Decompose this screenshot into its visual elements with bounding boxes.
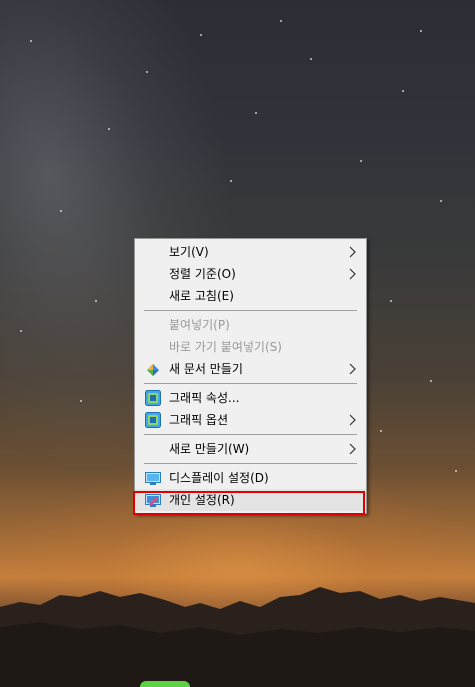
desktop[interactable]: 보기(V) 정렬 기준(O) 새로 고침(E) 붙여넣기(P) 바로 가기 붙여… — [0, 0, 475, 687]
menu-item-label: 보기(V) — [169, 245, 209, 259]
menu-item-label: 붙여넣기(P) — [169, 318, 230, 332]
menu-item-label: 그래픽 속성... — [169, 391, 240, 405]
highlight-annotation-box — [133, 491, 365, 515]
chevron-right-icon — [348, 358, 358, 380]
chevron-right-icon — [348, 438, 358, 460]
menu-separator — [144, 383, 357, 384]
menu-separator — [144, 310, 357, 311]
menu-item-new[interactable]: 새로 만들기(W) — [135, 438, 366, 460]
chevron-right-icon — [348, 263, 358, 285]
display-icon — [145, 470, 161, 486]
chevron-right-icon — [348, 409, 358, 431]
menu-item-sort-by[interactable]: 정렬 기준(O) — [135, 263, 366, 285]
menu-item-refresh[interactable]: 새로 고침(E) — [135, 285, 366, 307]
menu-item-graphics-properties[interactable]: 그래픽 속성... — [135, 387, 366, 409]
menu-item-paste[interactable]: 붙여넣기(P) — [135, 314, 366, 336]
menu-item-view[interactable]: 보기(V) — [135, 241, 366, 263]
menu-item-label: 디스플레이 설정(D) — [169, 471, 269, 485]
menu-item-label: 그래픽 옵션 — [169, 413, 229, 427]
menu-item-label: 새로 만들기(W) — [169, 442, 250, 456]
menu-item-label: 새 문서 만들기 — [169, 362, 243, 376]
menu-item-new-document[interactable]: 새 문서 만들기 — [135, 358, 366, 380]
wallpaper-mountains — [0, 587, 475, 687]
menu-item-label: 새로 고침(E) — [169, 289, 234, 303]
chevron-right-icon — [348, 241, 358, 263]
menu-separator — [144, 463, 357, 464]
wallpaper-grass — [140, 681, 190, 687]
menu-item-display-settings[interactable]: 디스플레이 설정(D) — [135, 467, 366, 489]
desktop-context-menu: 보기(V) 정렬 기준(O) 새로 고침(E) 붙여넣기(P) 바로 가기 붙여… — [134, 238, 367, 514]
intel-graphics-icon — [145, 390, 161, 406]
menu-separator — [144, 434, 357, 435]
intel-graphics-icon — [145, 412, 161, 428]
menu-item-paste-shortcut[interactable]: 바로 가기 붙여넣기(S) — [135, 336, 366, 358]
menu-item-label: 바로 가기 붙여넣기(S) — [169, 340, 282, 354]
new-document-icon — [145, 361, 161, 377]
menu-item-graphics-options[interactable]: 그래픽 옵션 — [135, 409, 366, 431]
menu-item-label: 정렬 기준(O) — [169, 267, 236, 281]
